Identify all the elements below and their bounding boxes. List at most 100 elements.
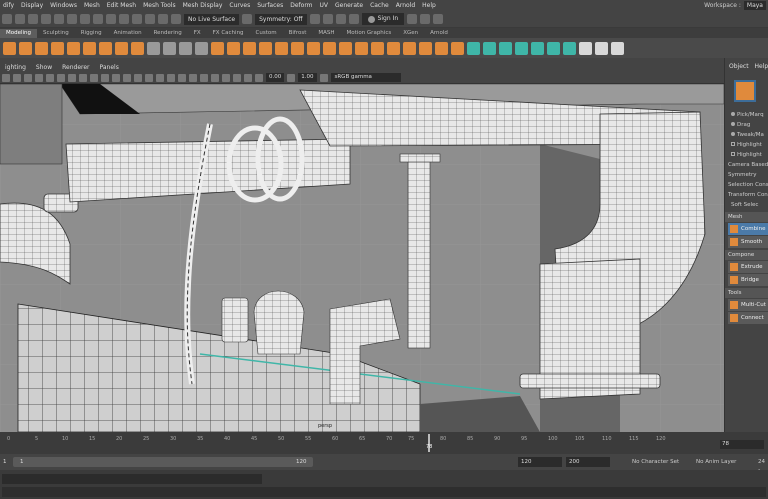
fill-hole-icon[interactable] [387,41,400,55]
mesh-section-header[interactable]: Mesh [725,212,768,222]
unfold-icon[interactable] [547,41,560,55]
start-time-field[interactable]: 1 [3,459,7,465]
shelf-tab-rigging[interactable]: Rigging [75,29,108,38]
menu-generate[interactable]: Generate [332,2,367,9]
time-slider[interactable]: 0 5 10 15 20 25 30 35 40 45 50 55 60 65 … [0,432,768,454]
poly-cube-icon[interactable] [19,41,32,55]
xray-joints-icon[interactable] [244,73,252,82]
color-space-dropdown[interactable]: sRGB gamma [330,73,401,82]
menu-arnold[interactable]: Arnold [393,2,419,9]
grid-icon[interactable] [46,73,54,82]
film-gate-icon[interactable] [57,73,65,82]
bridge-icon[interactable] [339,41,352,55]
shelf-tab-custom[interactable]: Custom [250,29,283,38]
character-set-dropdown[interactable]: No Character Set [632,457,679,467]
menu-deform[interactable]: Deform [287,2,316,9]
target-weld-icon[interactable] [435,41,448,55]
select-object-icon[interactable] [80,14,90,24]
image-plane-icon[interactable] [35,73,43,82]
boolean-icon[interactable] [259,41,272,55]
transform-constraint-dropdown[interactable]: Transform Con [725,190,768,200]
extract-icon[interactable] [243,41,256,55]
remesh-icon[interactable] [291,41,304,55]
make-live-icon[interactable] [171,14,181,24]
lock-camera-icon[interactable] [13,73,21,82]
resolution-gate-icon[interactable] [68,73,76,82]
smooth-shade-icon[interactable] [134,73,142,82]
textured-icon[interactable] [167,73,175,82]
multicut-icon[interactable] [419,41,432,55]
bevel-icon[interactable] [355,41,368,55]
panel-menu-renderer[interactable]: Renderer [57,64,94,71]
menu-edit-mesh[interactable]: Edit Mesh [104,2,140,9]
bridge-button[interactable]: Bridge [728,274,768,286]
poly-type-icon[interactable] [115,41,128,55]
depth-of-field-icon[interactable] [222,73,230,82]
end-time-field[interactable]: 120 [518,457,562,467]
menu-uv[interactable]: UV [317,2,333,9]
toggle-modeling-toolkit-icon[interactable] [407,14,418,24]
shelf-tab-modeling[interactable]: Modeling [0,29,38,38]
tools-section-header[interactable]: Tools [725,288,768,298]
exposure-field[interactable]: 0.00 [266,73,285,82]
use-all-lights-icon[interactable] [178,73,186,82]
selection-constraint-dropdown[interactable]: Selection Cons [725,180,768,190]
shelf-tab-arnold[interactable]: Arnold [424,29,454,38]
shelf-tab-animation[interactable]: Animation [108,29,148,38]
snap-curve-icon[interactable] [119,14,129,24]
shelf-tab-sculpting[interactable]: Sculpting [37,29,75,38]
workspace-dropdown[interactable]: Maya [743,1,766,10]
center-pivot-icon[interactable] [611,41,624,55]
perspective-viewport[interactable]: persp [0,84,724,432]
field-chart-icon[interactable] [90,73,98,82]
poly-sphere-icon[interactable] [3,41,16,55]
multicut-button[interactable]: Multi-Cut [728,299,768,311]
snap-surface-icon[interactable] [158,14,168,24]
gate-mask-icon[interactable] [79,73,87,82]
svg-icon[interactable] [131,41,144,55]
symmetry-icon[interactable] [242,14,253,24]
menu-cache[interactable]: Cache [367,2,393,9]
undo-icon[interactable] [41,14,51,24]
menu-mesh-display[interactable]: Mesh Display [180,2,227,9]
sculpt-icon[interactable] [147,41,160,55]
combine-button[interactable]: Combine [728,223,768,235]
symmetry-dropdown[interactable]: Symmetry: Off [255,13,307,25]
tweak-option[interactable]: Tweak/Ma [725,130,768,140]
select-component-icon[interactable] [93,14,103,24]
live-surface-dropdown[interactable]: No Live Surface [184,13,240,25]
wireframe-icon[interactable] [123,73,131,82]
toolkit-menu-help[interactable]: Help [755,63,768,72]
extrude-icon[interactable] [323,41,336,55]
separate-icon[interactable] [195,41,208,55]
count-icon[interactable] [163,41,176,55]
planar-map-icon[interactable] [483,41,496,55]
object-selection-mode-icon[interactable] [734,80,756,102]
panel-menu-panels[interactable]: Panels [95,64,124,71]
color-management-icon[interactable] [319,73,328,82]
anim-end-time-field[interactable]: 200 [566,457,610,467]
retopo-icon[interactable] [307,41,320,55]
anim-layer-dropdown[interactable]: No Anim Layer [696,457,736,467]
reduce-icon[interactable] [275,41,288,55]
menu-modify[interactable]: dify [0,2,18,9]
menu-display[interactable]: Display [18,2,47,9]
fps-dropdown[interactable]: 24 fps [758,457,768,475]
toggle-attribute-editor-icon[interactable] [420,14,431,24]
wireframe-on-shaded-icon[interactable] [145,73,153,82]
isolate-select-icon[interactable] [233,73,241,82]
mirror-icon[interactable] [179,41,192,55]
poly-disc-icon[interactable] [99,41,112,55]
redo-icon[interactable] [54,14,64,24]
append-icon[interactable] [371,41,384,55]
xray-icon[interactable] [156,73,164,82]
symmetry-dropdown-toolkit[interactable]: Symmetry [725,170,768,180]
ambient-occlusion-icon[interactable] [200,73,208,82]
render-icon[interactable] [309,14,320,24]
menu-mesh[interactable]: Mesh [81,2,104,9]
smooth-button[interactable]: Smooth [728,236,768,248]
menu-surfaces[interactable]: Surfaces [254,2,287,9]
extrude-button[interactable]: Extrude [728,261,768,273]
layout-uv-icon[interactable] [563,41,576,55]
shelf-tab-bifrost[interactable]: Bifrost [283,29,313,38]
